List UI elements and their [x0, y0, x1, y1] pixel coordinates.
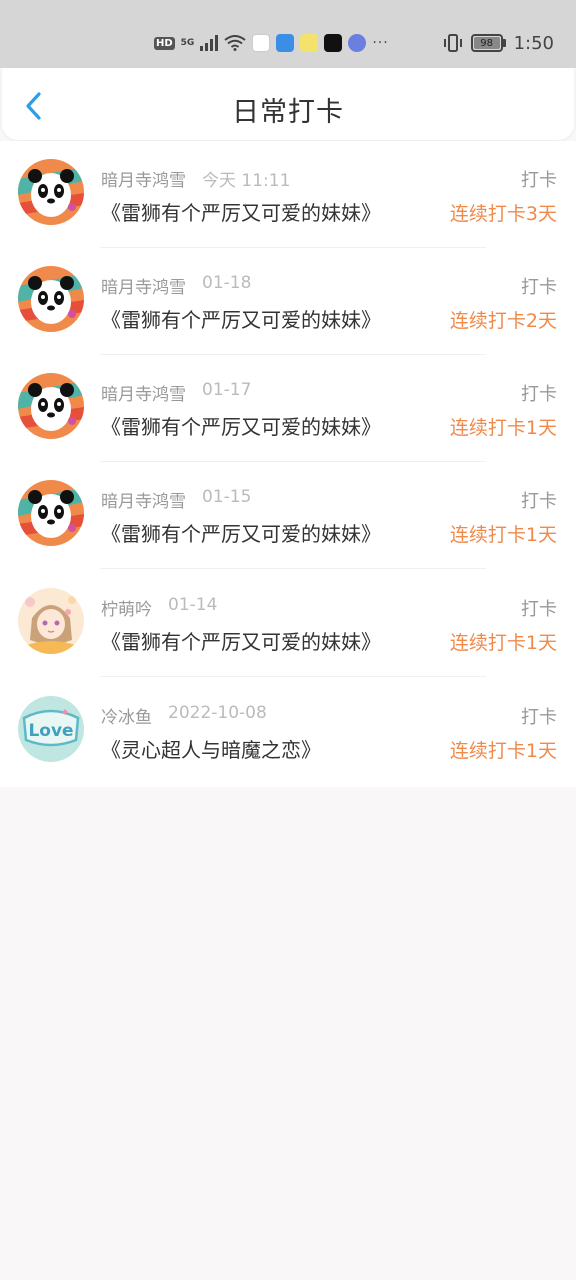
status-icons: HD 5G ··· — [154, 31, 389, 55]
record-meta: 暗月寺鸿雪 01-17 — [101, 380, 251, 405]
user-name[interactable]: 柠萌吟 — [101, 595, 152, 620]
record-date: 01-15 — [202, 487, 252, 507]
signal-icon — [200, 35, 219, 51]
list-item[interactable]: 暗月寺鸿雪 01-15 《雷狮有个严厉又可爱的妹妹》 打卡 连续打卡1天 — [0, 462, 576, 569]
list-item[interactable]: Love 冷冰鱼 2022-10-08 《灵心超人与暗魔之恋》 打卡 连续打卡1… — [0, 678, 576, 785]
panda-avatar-icon — [18, 266, 84, 332]
more-notifications-icon: ··· — [372, 35, 389, 51]
record-meta: 冷冰鱼 2022-10-08 — [101, 703, 267, 728]
status-bar: HD 5G ··· 98 1:50 — [0, 0, 576, 68]
record-meta: 暗月寺鸿雪 01-18 — [101, 273, 251, 298]
checkin-tag: 打卡 — [521, 599, 557, 620]
record-meta: 暗月寺鸿雪 今天 11:11 — [101, 166, 290, 191]
nav-bar: 日常打卡 — [2, 68, 574, 140]
panda-avatar-icon — [18, 480, 84, 546]
avatar[interactable] — [18, 266, 84, 332]
streak-label: 连续打卡1天 — [449, 524, 557, 546]
list-item[interactable]: 暗月寺鸿雪 01-18 《雷狮有个严厉又可爱的妹妹》 打卡 连续打卡2天 — [0, 248, 576, 355]
streak-label: 连续打卡3天 — [449, 203, 557, 225]
clock: 1:50 — [513, 32, 554, 54]
avatar[interactable] — [18, 588, 84, 654]
wifi-icon — [224, 35, 246, 51]
avatar[interactable]: Love — [18, 696, 84, 762]
avatar[interactable] — [18, 159, 84, 225]
streak-label: 连续打卡1天 — [449, 632, 557, 654]
streak-label: 连续打卡1天 — [449, 740, 557, 762]
record-date: 01-17 — [202, 380, 252, 400]
user-name[interactable]: 冷冰鱼 — [101, 703, 152, 728]
checkin-tag: 打卡 — [521, 384, 557, 405]
vibrate-icon — [443, 34, 462, 52]
divider — [100, 568, 486, 569]
battery-level: 98 — [473, 37, 500, 49]
status-right: 98 1:50 — [443, 30, 554, 56]
record-date: 今天 11:11 — [202, 171, 291, 191]
record-date: 01-14 — [168, 595, 218, 615]
list-item[interactable]: 暗月寺鸿雪 今天 11:11 《雷狮有个严厉又可爱的妹妹》 打卡 连续打卡3天 — [0, 141, 576, 248]
avatar[interactable] — [18, 373, 84, 439]
list-item[interactable]: 暗月寺鸿雪 01-17 《雷狮有个严厉又可爱的妹妹》 打卡 连续打卡1天 — [0, 355, 576, 462]
divider — [100, 676, 486, 677]
music-app-icon — [348, 34, 367, 52]
hd-icon: HD — [154, 36, 175, 50]
checkin-tag: 打卡 — [521, 707, 557, 728]
streak-label: 连续打卡2天 — [449, 310, 557, 332]
love-avatar-icon: Love — [18, 696, 84, 762]
list-item[interactable]: 柠萌吟 01-14 《雷狮有个严厉又可爱的妹妹》 打卡 连续打卡1天 — [0, 570, 576, 677]
book-title[interactable]: 《雷狮有个严厉又可爱的妹妹》 — [101, 304, 381, 333]
checkin-tag: 打卡 — [521, 170, 557, 191]
user-name[interactable]: 暗月寺鸿雪 — [101, 166, 186, 191]
book-title[interactable]: 《灵心超人与暗魔之恋》 — [101, 734, 321, 763]
book-title[interactable]: 《雷狮有个严厉又可爱的妹妹》 — [101, 411, 381, 440]
cloud-app-icon — [276, 34, 295, 52]
record-meta: 柠萌吟 01-14 — [101, 595, 217, 620]
record-date: 2022-10-08 — [168, 703, 267, 723]
record-date: 01-18 — [202, 273, 252, 293]
user-name[interactable]: 暗月寺鸿雪 — [101, 487, 186, 512]
network-type: 5G — [180, 38, 195, 48]
page-title: 日常打卡 — [232, 97, 344, 128]
avatar[interactable] — [18, 480, 84, 546]
book-title[interactable]: 《雷狮有个严厉又可爱的妹妹》 — [101, 518, 381, 547]
anime-girl-avatar-icon — [18, 588, 84, 654]
tiktok-app-icon — [324, 34, 343, 52]
user-name[interactable]: 暗月寺鸿雪 — [101, 380, 186, 405]
user-name[interactable]: 暗月寺鸿雪 — [101, 273, 186, 298]
lemon-app-icon — [300, 34, 319, 52]
streak-label: 连续打卡1天 — [449, 417, 557, 439]
battery-icon: 98 — [470, 34, 506, 52]
book-title[interactable]: 《雷狮有个严厉又可爱的妹妹》 — [101, 197, 381, 226]
book-title[interactable]: 《雷狮有个严厉又可爱的妹妹》 — [101, 626, 381, 655]
panda-avatar-icon — [18, 373, 84, 439]
baidu-app-icon — [252, 34, 271, 52]
panda-avatar-icon — [18, 159, 84, 225]
checkin-tag: 打卡 — [521, 277, 557, 298]
checkin-list: 暗月寺鸿雪 今天 11:11 《雷狮有个严厉又可爱的妹妹》 打卡 连续打卡3天 … — [0, 141, 576, 787]
love-text: Love — [28, 721, 73, 741]
checkin-tag: 打卡 — [521, 491, 557, 512]
record-meta: 暗月寺鸿雪 01-15 — [101, 487, 251, 512]
